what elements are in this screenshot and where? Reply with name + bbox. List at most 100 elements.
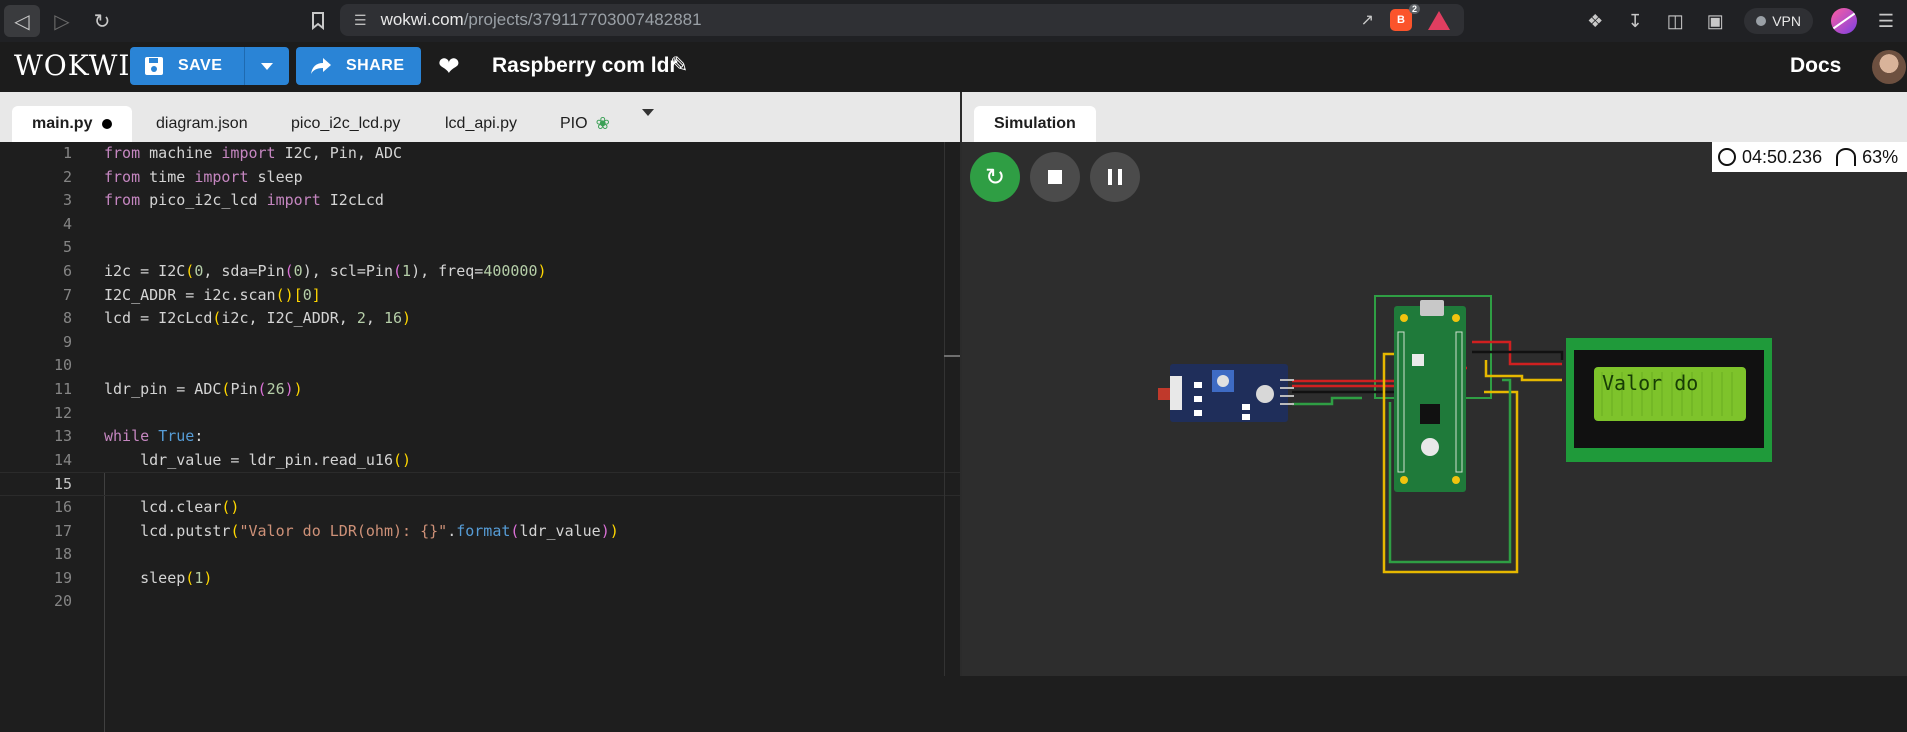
chevron-down-icon <box>642 109 654 133</box>
line-number: 4 <box>62 214 72 233</box>
bookmark-icon <box>312 12 324 30</box>
extensions-icon[interactable]: ❖ <box>1584 11 1606 32</box>
floppy-disk-icon <box>145 57 163 75</box>
code-text: lcd.putstr("Valor do LDR(ohm): {}".forma… <box>104 521 619 540</box>
tab-main-py[interactable]: main.py <box>12 106 133 142</box>
user-avatar[interactable] <box>1872 50 1906 84</box>
code-line: 4 <box>0 213 960 237</box>
url-text: wokwi.com/projects/379117703007482881 <box>381 10 702 30</box>
tab-diagram-json[interactable]: diagram.json <box>156 106 248 142</box>
lcd-text: Valor do <box>1602 371 1698 395</box>
line-number: 5 <box>62 238 72 257</box>
code-editor[interactable]: 1 from machine import I2C, Pin, ADC 2 from… <box>0 142 961 732</box>
menu-icon[interactable]: ☰ <box>1875 11 1897 32</box>
forward-button[interactable]: ▷ <box>44 5 80 37</box>
brave-shields-icon[interactable]: B2 <box>1390 4 1420 31</box>
line-number: 19 <box>53 568 72 587</box>
line-number: 12 <box>53 403 72 422</box>
share-button[interactable]: SHARE <box>296 47 421 85</box>
code-line: 1 from machine import I2C, Pin, ADC <box>0 142 960 166</box>
simulation-tabs: Simulation <box>962 92 1907 142</box>
line-number: 17 <box>53 521 72 540</box>
code-line: 18 <box>0 543 960 567</box>
brave-rewards-icon[interactable] <box>1428 10 1450 30</box>
line-number: 9 <box>62 332 72 351</box>
save-label: SAVE <box>178 57 223 74</box>
vpn-button[interactable]: VPN <box>1744 8 1813 34</box>
reload-button[interactable]: ↻ <box>84 5 120 37</box>
bookmark-button[interactable] <box>300 5 336 37</box>
address-bar[interactable]: ☰ wokwi.com/projects/379117703007482881 … <box>340 4 1464 36</box>
browser-profile-avatar[interactable] <box>1831 8 1857 34</box>
code-line: 5 <box>0 236 960 260</box>
share-page-icon[interactable]: ↗ <box>1361 10 1374 30</box>
tab-pio[interactable]: PIO ❀ <box>560 106 610 142</box>
wallet-icon[interactable]: ▣ <box>1704 11 1726 32</box>
line-number: 8 <box>62 309 72 328</box>
tab-pico-i2c-lcd-py[interactable]: pico_i2c_lcd.py <box>291 106 400 142</box>
docs-link[interactable]: Docs <box>1790 54 1841 78</box>
heart-icon[interactable]: ❤ <box>438 51 460 82</box>
code-line: 20 <box>0 590 960 614</box>
browser-toolbar: ◁ ▷ ↻ ☰ wokwi.com/projects/3791177030074… <box>0 0 1907 42</box>
vpn-status-icon <box>1756 16 1767 26</box>
line-number: 3 <box>62 191 72 210</box>
line-number: 10 <box>53 356 72 375</box>
tab-lcd-api-py[interactable]: lcd_api.py <box>445 106 517 142</box>
save-button[interactable]: SAVE <box>130 47 245 85</box>
code-text: I2C_ADDR = i2c.scan()[0] <box>104 285 321 304</box>
tab-label: diagram.json <box>156 115 248 132</box>
code-text: from machine import I2C, Pin, ADC <box>104 144 403 162</box>
tab-label: main.py <box>32 115 93 132</box>
pencil-icon[interactable]: ✎ <box>670 52 688 78</box>
code-line: 11 ldr_pin = ADC(Pin(26)) <box>0 378 960 402</box>
scrollbar-position-marker <box>944 355 960 357</box>
line-number: 13 <box>53 427 72 446</box>
tab-label: Simulation <box>994 115 1076 132</box>
tab-label: PIO <box>560 115 588 132</box>
code-line: 17 lcd.putstr("Valor do LDR(ohm): {}".fo… <box>0 520 960 544</box>
project-title[interactable]: Raspberry com ldr <box>492 54 678 78</box>
site-settings-icon[interactable]: ☰ <box>354 12 367 29</box>
code-line: 3 from pico_i2c_lcd import I2cLcd <box>0 189 960 213</box>
line-number: 16 <box>53 498 72 516</box>
code-text: lcd.clear() <box>104 498 240 516</box>
code-text: ldr_pin = ADC(Pin(26)) <box>104 380 303 398</box>
chevron-down-icon <box>261 62 274 70</box>
tabs-menu-dropdown[interactable] <box>642 109 654 134</box>
circuit-diagram: Valor do <box>1158 295 1772 574</box>
line-number: 2 <box>62 167 72 186</box>
line-number: 7 <box>62 285 72 304</box>
code-text: ldr_value = ldr_pin.read_u16() <box>104 450 412 469</box>
tab-simulation[interactable]: Simulation <box>974 106 1096 142</box>
editor-scrollbar[interactable] <box>944 142 961 676</box>
line-number: 6 <box>62 262 72 280</box>
code-line: 13 while True: <box>0 425 960 449</box>
code-text: lcd = I2cLcd(i2c, I2C_ADDR, 2, 16) <box>104 309 412 328</box>
code-text: from time import sleep <box>104 167 303 186</box>
shields-count: 2 <box>1408 4 1420 14</box>
unsaved-dot-icon <box>102 119 113 129</box>
code-line: 6 i2c = I2C(0, sda=Pin(0), scl=Pin(1), fr… <box>0 260 960 284</box>
code-line: 7 I2C_ADDR = i2c.scan()[0] <box>0 284 960 308</box>
current-code-line: 15 <box>0 472 960 496</box>
sidebar-icon[interactable]: ◫ <box>1664 11 1686 32</box>
code-text: i2c = I2C(0, sda=Pin(0), scl=Pin(1), fre… <box>104 262 547 280</box>
ldr-sensor-module <box>1158 364 1294 422</box>
share-arrow-icon <box>311 58 331 74</box>
save-options-dropdown[interactable] <box>244 47 290 85</box>
back-button[interactable]: ◁ <box>4 5 40 37</box>
line-number: 1 <box>62 144 72 162</box>
downloads-icon[interactable]: ↧ <box>1624 11 1646 32</box>
save-button-group: SAVE <box>130 47 290 85</box>
line-number: 15 <box>53 475 72 494</box>
code-line: 10 <box>0 354 960 378</box>
line-number: 11 <box>53 380 72 398</box>
code-line: 8 lcd = I2cLcd(i2c, I2C_ADDR, 2, 16) <box>0 307 960 331</box>
line-number: 20 <box>53 592 72 611</box>
wokwi-logo[interactable]: WOKWI <box>14 49 131 82</box>
code-line: 9 <box>0 331 960 355</box>
code-line: 2 from time import sleep <box>0 166 960 190</box>
tab-label: lcd_api.py <box>445 115 518 132</box>
simulation-canvas[interactable]: ↻ 04:50.236 63% Valor do <box>962 142 1907 676</box>
